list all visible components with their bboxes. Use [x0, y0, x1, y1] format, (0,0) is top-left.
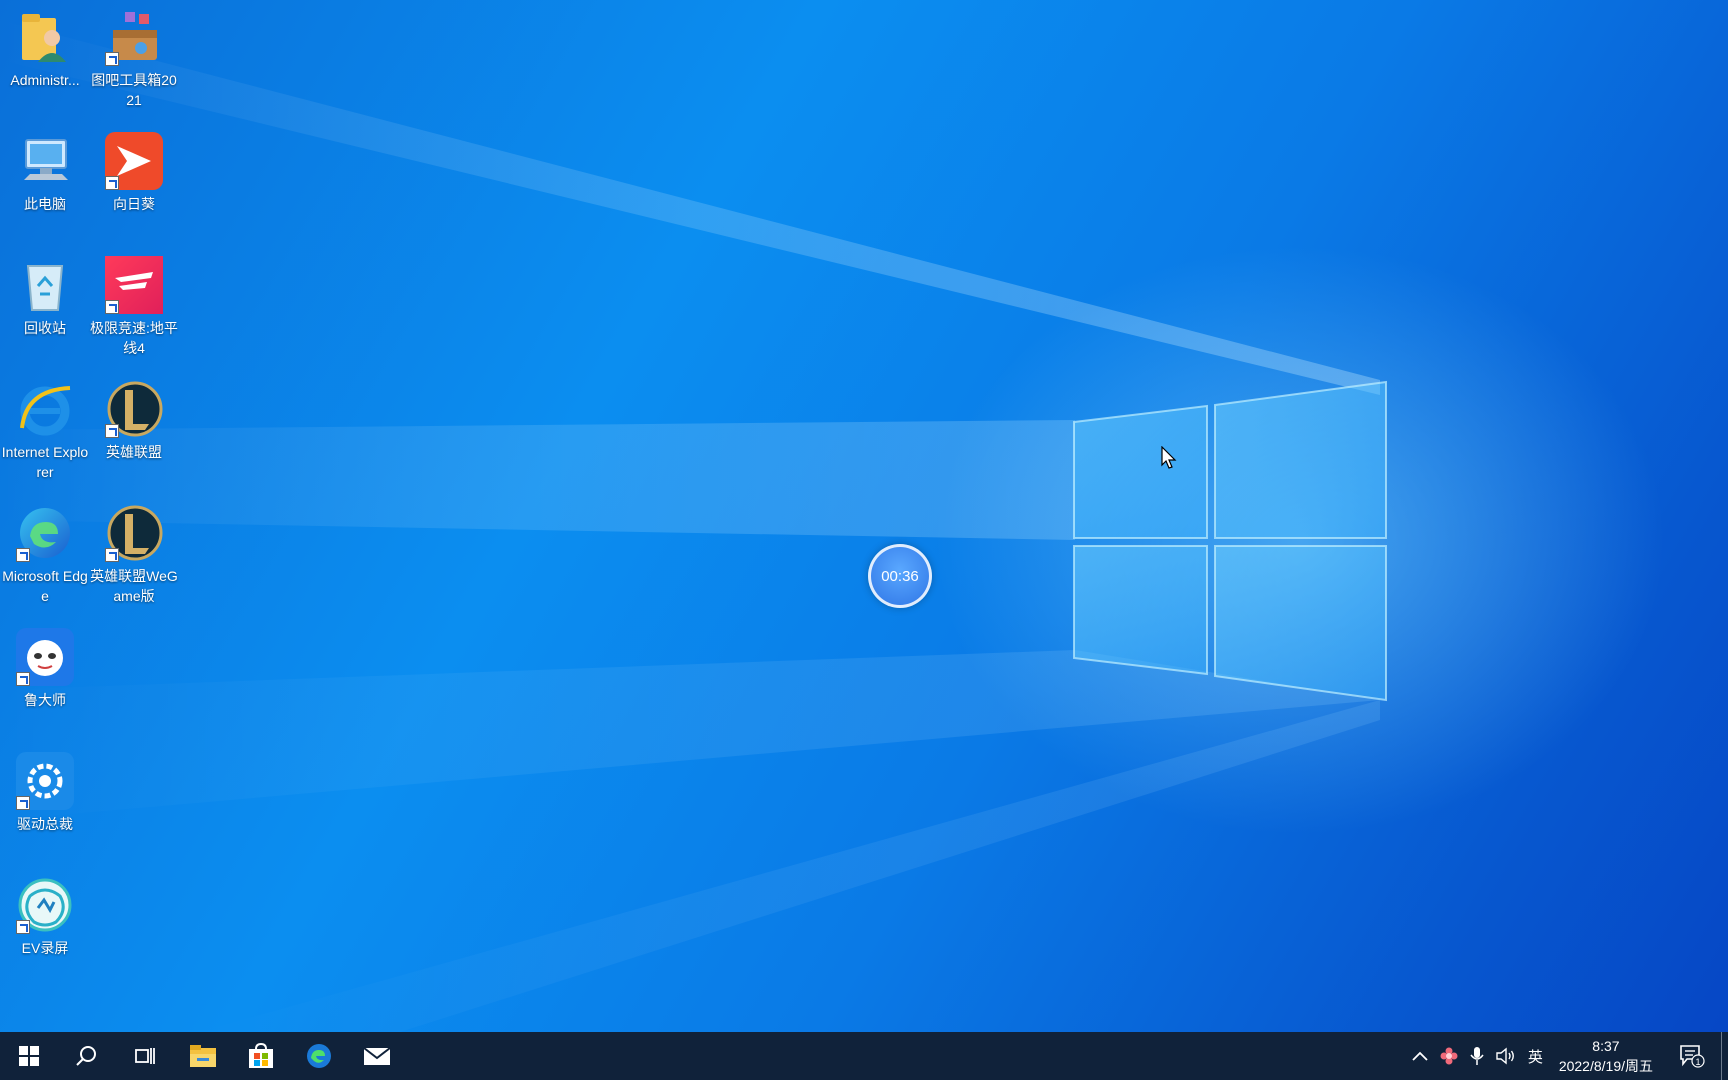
start-icon — [19, 1046, 39, 1066]
microphone-icon — [1470, 1047, 1484, 1065]
task-view-button[interactable] — [116, 1032, 174, 1080]
shortcut-arrow-icon — [105, 176, 119, 190]
driver-tool-icon — [16, 752, 74, 810]
desktop-icon-recycle-bin[interactable]: 回收站 — [0, 248, 90, 364]
desktop-icon-internet-explorer[interactable]: Internet Explorer — [0, 372, 90, 488]
shortcut-arrow-icon — [105, 52, 119, 66]
edge-taskbar-button[interactable] — [290, 1032, 348, 1080]
desktop-icon-forza[interactable]: 极限竞速:地平线4 — [89, 248, 179, 364]
desktop-icon-label: 向日葵 — [113, 196, 155, 212]
show-desktop-button[interactable] — [1721, 1032, 1728, 1080]
mouse-cursor-icon — [1161, 446, 1177, 469]
notification-icon: 1 — [1680, 1045, 1705, 1068]
desktop-icon-label: 鲁大师 — [24, 692, 66, 708]
show-hidden-icons-button[interactable] — [1406, 1032, 1434, 1080]
mail-button[interactable] — [348, 1032, 406, 1080]
flower-tray-icon — [1440, 1047, 1458, 1065]
shortcut-arrow-icon — [16, 796, 30, 810]
desktop-icon-microsoft-edge[interactable]: Microsoft Edge — [0, 496, 90, 612]
desktop-icon-label: 英雄联盟WeGame版 — [90, 568, 178, 604]
microsoft-store-button[interactable] — [232, 1032, 290, 1080]
desktop-icon-ev-recorder[interactable]: EV录屏 — [0, 868, 90, 984]
clock[interactable]: 8:37 2022/8/19/周五 — [1549, 1036, 1663, 1076]
desktop-icon-label: EV录屏 — [21, 940, 69, 956]
desktop-icon-sunlogin[interactable]: 向日葵 — [89, 124, 179, 240]
file-explorer-button[interactable] — [174, 1032, 232, 1080]
action-center-button[interactable]: 1 — [1663, 1032, 1721, 1080]
shortcut-arrow-icon — [105, 424, 119, 438]
microphone-button[interactable] — [1464, 1032, 1490, 1080]
shortcut-arrow-icon — [16, 548, 30, 562]
ev-recorder-icon — [16, 876, 74, 934]
internet-explorer-icon — [16, 380, 74, 438]
desktop-icon-label: 驱动总裁 — [17, 816, 73, 832]
computer-icon — [16, 132, 74, 190]
desktop-icon-administrator[interactable]: Administr... — [0, 0, 90, 116]
notification-count: 1 — [1695, 1057, 1700, 1067]
speaker-icon — [1496, 1047, 1514, 1065]
desktop-icon-label: Internet Explorer — [1, 444, 89, 480]
shortcut-arrow-icon — [16, 920, 30, 934]
shortcut-arrow-icon — [105, 300, 119, 314]
edge-icon — [16, 504, 74, 562]
desktop-icon-lol-wegame[interactable]: 英雄联盟WeGame版 — [89, 496, 179, 612]
desktop-icon-this-pc[interactable]: 此电脑 — [0, 124, 90, 240]
chevron-up-icon — [1412, 1051, 1428, 1061]
file-explorer-icon — [190, 1045, 216, 1067]
league-of-legends-icon — [105, 504, 163, 562]
desktop-icon-label: 回收站 — [24, 320, 66, 336]
forza-horizon-icon — [105, 256, 163, 314]
taskbar: 英 8:37 2022/8/19/周五 1 — [0, 1032, 1728, 1080]
mail-icon — [363, 1047, 391, 1065]
desktop-icon-toolbox[interactable]: 图吧工具箱2021 — [89, 0, 179, 116]
clock-date: 2022/8/19/周五 — [1558, 1058, 1653, 1074]
ludashi-icon — [16, 628, 74, 686]
desktop-icon-lol[interactable]: 英雄联盟 — [89, 372, 179, 488]
recording-timer[interactable]: 00:36 — [868, 544, 932, 608]
wallpaper-light-beams — [0, 20, 1380, 1032]
task-view-icon — [135, 1048, 155, 1064]
shortcut-arrow-icon — [16, 672, 30, 686]
tray-app-button[interactable] — [1434, 1032, 1464, 1080]
sunflower-remote-icon — [105, 132, 163, 190]
desktop-icon-label: 图吧工具箱2021 — [91, 72, 177, 108]
desktop-icon-label: 此电脑 — [24, 196, 66, 212]
edge-icon — [307, 1044, 331, 1068]
recycle-bin-icon — [16, 256, 74, 314]
store-icon — [249, 1043, 273, 1068]
desktop-icon-label: 英雄联盟 — [106, 444, 162, 460]
toolbox-icon — [105, 8, 163, 66]
shortcut-arrow-icon — [105, 548, 119, 562]
desktop-icon-label: Microsoft Edge — [2, 568, 88, 604]
volume-button[interactable] — [1490, 1032, 1522, 1080]
desktop-icon-ludashi[interactable]: 鲁大师 — [0, 620, 90, 736]
system-tray: 英 8:37 2022/8/19/周五 1 — [1406, 1032, 1728, 1080]
league-of-legends-icon — [105, 380, 163, 438]
desktop-icon-label: Administr... — [10, 72, 80, 88]
desktop-icon-driver-tool[interactable]: 驱动总裁 — [0, 744, 90, 860]
input-method-indicator[interactable]: 英 — [1522, 1032, 1549, 1080]
windows-logo — [1073, 380, 1387, 702]
user-folder-icon — [16, 8, 74, 66]
clock-time: 8:37 — [1592, 1038, 1620, 1054]
start-button[interactable] — [0, 1032, 58, 1080]
search-icon — [76, 1046, 96, 1066]
search-button[interactable] — [58, 1032, 116, 1080]
desktop-icon-label: 极限竞速:地平线4 — [90, 320, 178, 356]
